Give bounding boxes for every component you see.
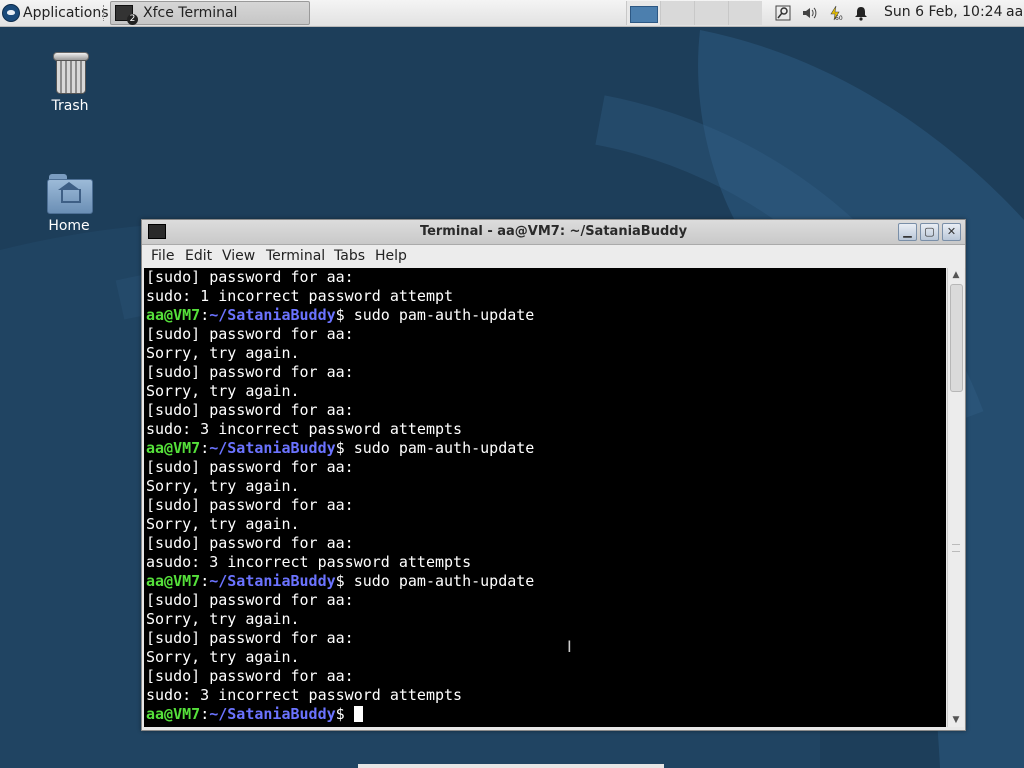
terminal-output-line: [sudo] password for aa:	[146, 268, 354, 286]
workspace-2[interactable]	[660, 1, 694, 25]
menu-file[interactable]: File	[151, 248, 174, 264]
minimize-button[interactable]: ▁	[898, 223, 917, 241]
prompt-user: aa@VM7	[146, 705, 201, 723]
terminal-icon: 2	[115, 5, 138, 25]
terminal-output-line: sudo: 1 incorrect password attempt	[146, 287, 454, 305]
prompt-user: aa@VM7	[146, 572, 201, 590]
menu-terminal[interactable]: Terminal	[266, 248, 325, 264]
volume-icon[interactable]	[800, 4, 818, 22]
scrollbar-thumb[interactable]	[950, 284, 963, 392]
scrollbar-grip	[952, 544, 960, 552]
window-title: Terminal - aa@VM7: ~/SataniaBuddy	[419, 224, 688, 239]
window-count-badge: 2	[127, 14, 138, 25]
desktop-icon-home[interactable]: Home	[24, 174, 114, 234]
desktop-icon-trash[interactable]: Trash	[25, 52, 115, 114]
terminal-output-line: Sorry, try again.	[146, 477, 300, 495]
menu-bar: File Edit View Terminal Tabs Help	[142, 245, 965, 268]
prompt-path: ~/SataniaBuddy	[209, 439, 336, 457]
terminal-output-line: Sorry, try again.	[146, 610, 300, 628]
terminal-output-line: [sudo] password for aa:	[146, 363, 354, 381]
maximize-button[interactable]: ▢	[920, 223, 939, 241]
svg-text:60: 60	[835, 15, 843, 21]
prompt-path: ~/SataniaBuddy	[209, 306, 336, 324]
power-manager-icon[interactable]: 60	[826, 4, 844, 22]
menu-help[interactable]: Help	[375, 248, 407, 264]
terminal-output-line: [sudo] password for aa:	[146, 325, 354, 343]
terminal-output-line: [sudo] password for aa:	[146, 629, 354, 647]
top-panel: Applications 2 Xfce Terminal 60 Sun 6 Fe…	[0, 0, 1024, 27]
terminal-output-line: Sorry, try again.	[146, 515, 300, 533]
terminal-output-line: [sudo] password for aa:	[146, 401, 354, 419]
workspace-4[interactable]	[728, 1, 762, 25]
terminal-output-line: sudo: 3 incorrect password attempts	[146, 686, 463, 704]
window-titlebar[interactable]: Terminal - aa@VM7: ~/SataniaBuddy ▁ ▢ ✕	[142, 220, 965, 245]
text-cursor-ibeam-icon: I	[567, 637, 572, 656]
workspace-1[interactable]	[626, 1, 660, 25]
panel-clock[interactable]: Sun 6 Feb, 10:24	[884, 4, 1002, 20]
terminal-output-line: [sudo] password for aa:	[146, 458, 354, 476]
panel-user-menu[interactable]: aa	[1006, 4, 1023, 20]
menu-view[interactable]: View	[222, 248, 255, 264]
taskbar-terminal-button[interactable]: 2 Xfce Terminal	[110, 1, 310, 25]
panel-separator	[103, 5, 107, 21]
close-button[interactable]: ✕	[942, 223, 961, 241]
applications-label: Applications	[23, 5, 109, 21]
notification-bell-icon[interactable]	[852, 4, 870, 22]
command-text: sudo pam-auth-update	[353, 439, 535, 457]
scroll-down-arrow-icon[interactable]: ▼	[948, 713, 964, 727]
terminal-output-line: [sudo] password for aa:	[146, 591, 354, 609]
workspace-3[interactable]	[694, 1, 728, 25]
terminal-output-line: [sudo] password for aa:	[146, 667, 354, 685]
prompt-separator: :	[200, 705, 210, 723]
terminal-output-line: asudo: 3 incorrect password attempts	[146, 553, 472, 571]
desktop-icon-label: Home	[48, 218, 90, 234]
prompt-end: $	[335, 572, 354, 590]
terminal-output[interactable]: [sudo] password for aa: sudo: 1 incorrect…	[144, 268, 946, 727]
terminal-output-line: Sorry, try again.	[146, 382, 300, 400]
prompt-end: $	[335, 705, 354, 723]
terminal-output-line: sudo: 3 incorrect password attempts	[146, 420, 463, 438]
terminal-prompt-line: aa@VM7:~/SataniaBuddy$ sudo pam-auth-upd…	[144, 306, 946, 325]
prompt-end: $	[335, 306, 354, 324]
terminal-output-line: Sorry, try again.	[146, 344, 300, 362]
terminal-prompt-line: aa@VM7:~/SataniaBuddy$ sudo pam-auth-upd…	[144, 572, 946, 591]
vertical-scrollbar[interactable]: ▲ ▼	[947, 268, 964, 727]
prompt-path: ~/SataniaBuddy	[209, 705, 336, 723]
taskbar-terminal-label: Xfce Terminal	[143, 5, 238, 21]
terminal-output-line: [sudo] password for aa:	[146, 496, 354, 514]
terminal-window: Terminal - aa@VM7: ~/SataniaBuddy ▁ ▢ ✕ …	[141, 219, 966, 731]
terminal-output-line: [sudo] password for aa:	[146, 534, 354, 552]
menu-edit[interactable]: Edit	[185, 248, 212, 264]
trash-icon	[53, 52, 89, 94]
prompt-separator: :	[200, 572, 210, 590]
prompt-path: ~/SataniaBuddy	[209, 572, 336, 590]
xfce-logo-icon	[2, 4, 20, 22]
workspace-window-preview	[630, 6, 658, 23]
prompt-user: aa@VM7	[146, 439, 201, 457]
scroll-up-arrow-icon[interactable]: ▲	[948, 268, 964, 282]
bottom-dock-edge[interactable]	[358, 764, 664, 768]
terminal-output-line: Sorry, try again.	[146, 648, 300, 666]
desktop-icon-label: Trash	[51, 98, 89, 114]
prompt-user: aa@VM7	[146, 306, 201, 324]
search-icon[interactable]	[774, 4, 792, 22]
terminal-cursor	[353, 706, 363, 722]
menu-tabs[interactable]: Tabs	[334, 248, 365, 264]
prompt-separator: :	[200, 306, 210, 324]
terminal-prompt-line: aa@VM7:~/SataniaBuddy$	[144, 705, 946, 724]
terminal-prompt-line: aa@VM7:~/SataniaBuddy$ sudo pam-auth-upd…	[144, 439, 946, 458]
prompt-separator: :	[200, 439, 210, 457]
applications-menu-button[interactable]: Applications	[0, 0, 109, 26]
command-text: sudo pam-auth-update	[353, 572, 535, 590]
command-text: sudo pam-auth-update	[353, 306, 535, 324]
home-folder-icon	[47, 174, 93, 214]
prompt-end: $	[335, 439, 354, 457]
